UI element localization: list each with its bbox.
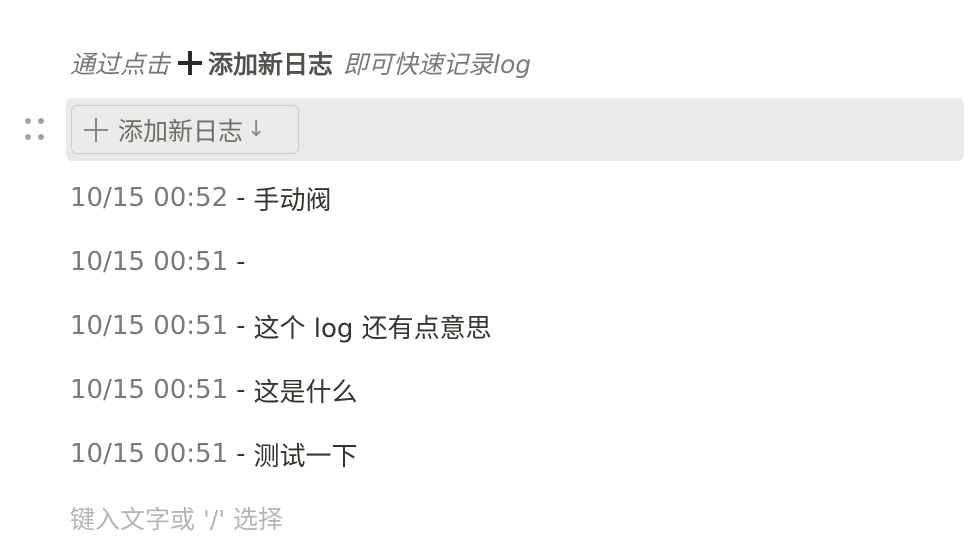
log-separator: - [236, 375, 246, 405]
log-timestamp: 10/15 00:51 [70, 247, 229, 277]
add-new-log-button[interactable]: 添加新日志 ↓ [71, 105, 299, 154]
hint-line: 通过点击 添加新日志 即可快速记录log [70, 44, 531, 82]
log-entry[interactable]: 10/15 00:52 - 手动阀 [70, 178, 332, 218]
log-entry[interactable]: 10/15 00:51 - [70, 242, 254, 282]
log-timestamp: 10/15 00:51 [70, 439, 229, 469]
log-timestamp: 10/15 00:52 [70, 183, 229, 213]
log-separator: - [236, 183, 246, 213]
plus-icon [84, 117, 108, 142]
drag-handle-icon[interactable] [23, 116, 49, 142]
log-separator: - [236, 439, 246, 469]
log-message: 测试一下 [253, 441, 358, 472]
hint-bold-label: 添加新日志 [208, 50, 334, 79]
add-new-log-label: 添加新日志 [118, 116, 244, 146]
editor-placeholder[interactable]: 键入文字或 '/' 选择 [70, 500, 283, 536]
log-message: 这是什么 [253, 377, 358, 408]
log-separator: - [236, 311, 246, 341]
log-timestamp: 10/15 00:51 [70, 375, 229, 405]
log-separator: - [236, 247, 246, 277]
log-entry[interactable]: 10/15 00:51 - 这是什么 [70, 370, 358, 410]
log-entry[interactable]: 10/15 00:51 - 测试一下 [70, 434, 358, 474]
log-timestamp: 10/15 00:51 [70, 311, 229, 341]
notion-page: 通过点击 添加新日志 即可快速记录log 添加新日志 ↓ 10/15 00:52… [0, 0, 964, 534]
log-message: 手动阀 [253, 185, 332, 216]
log-entry[interactable]: 10/15 00:51 - 这个 log 还有点意思 [70, 306, 492, 346]
log-message: 这个 log 还有点意思 [253, 313, 492, 344]
hint-prefix: 通过点击 [70, 50, 171, 79]
arrow-down-icon: ↓ [247, 117, 266, 142]
hint-suffix: 即可快速记录log [343, 50, 532, 79]
plus-icon [178, 51, 203, 75]
